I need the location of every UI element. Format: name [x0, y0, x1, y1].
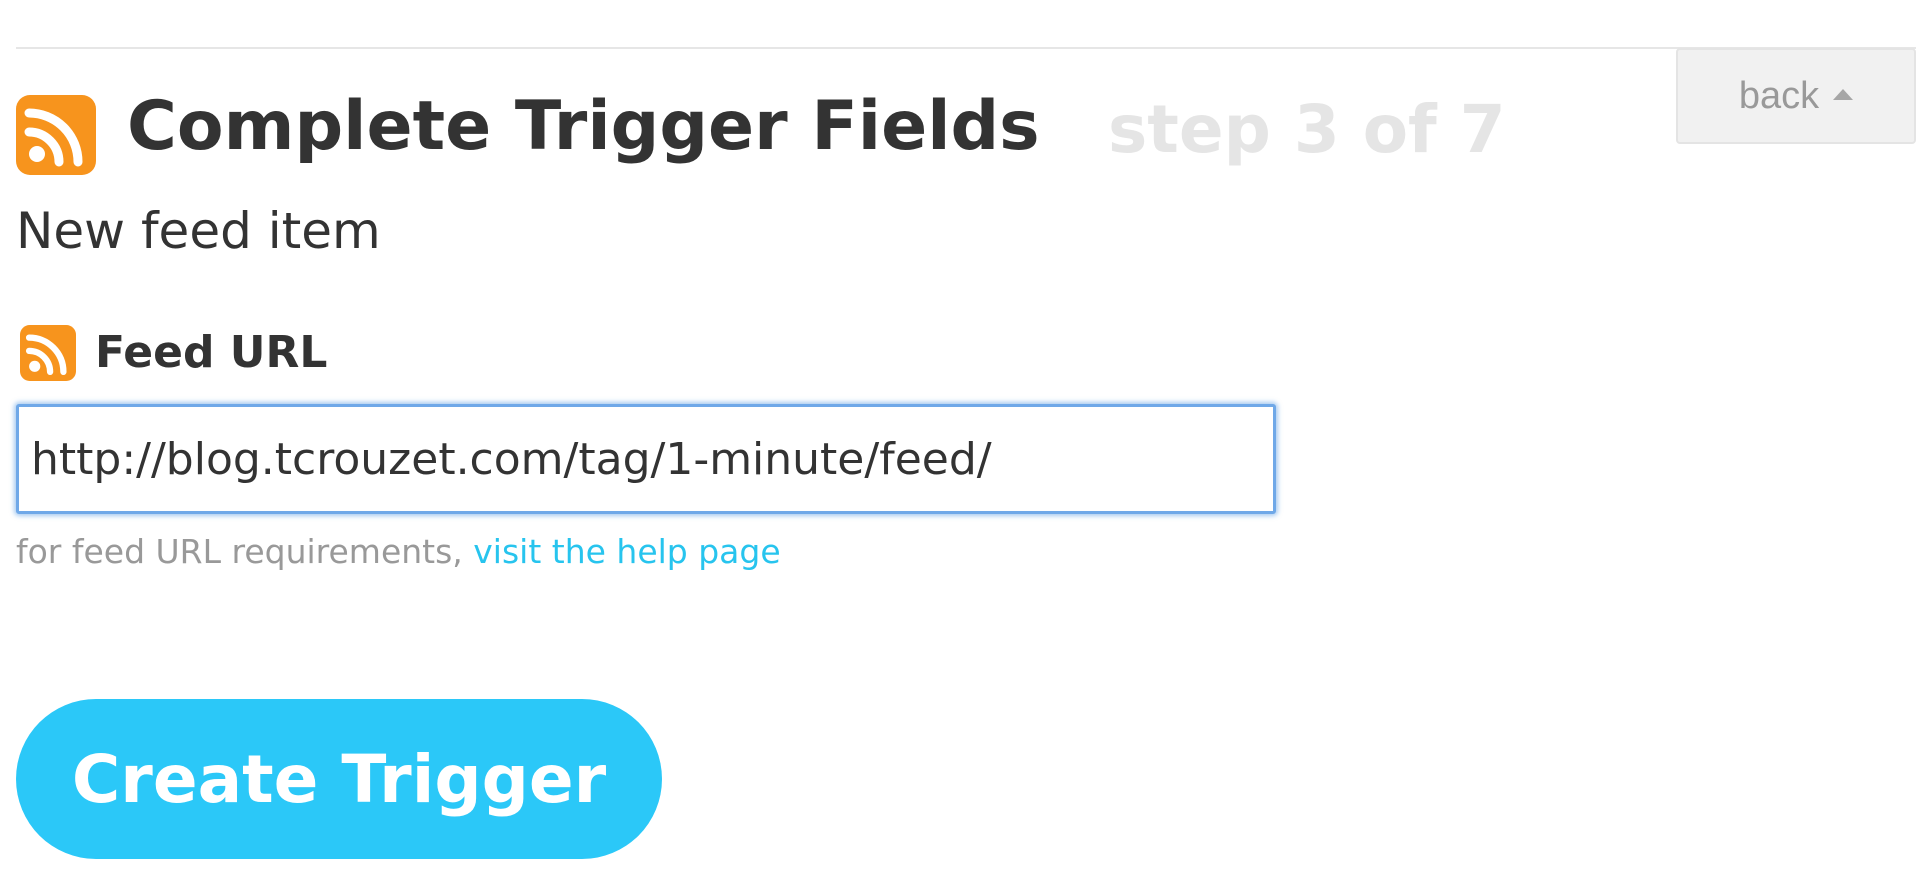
create-trigger-label: Create Trigger	[71, 740, 607, 818]
feed-url-rss-icon	[20, 325, 76, 381]
help-text-prefix: for feed URL requirements,	[16, 532, 474, 571]
create-trigger-button[interactable]: Create Trigger	[16, 699, 662, 859]
step-indicator: step 3 of 7	[1108, 91, 1506, 168]
top-divider	[16, 47, 1916, 49]
help-page-link[interactable]: visit the help page	[473, 532, 780, 571]
back-button[interactable]: back	[1676, 48, 1916, 144]
rss-icon	[16, 95, 96, 175]
feed-url-label: Feed URL	[95, 327, 328, 378]
help-text: for feed URL requirements, visit the hel…	[16, 531, 781, 573]
caret-up-icon	[1833, 88, 1854, 100]
trigger-name: New feed item	[16, 202, 381, 260]
page-title: Complete Trigger Fields	[127, 87, 1040, 166]
back-button-label: back	[1738, 74, 1820, 117]
feed-url-input[interactable]	[16, 404, 1276, 514]
